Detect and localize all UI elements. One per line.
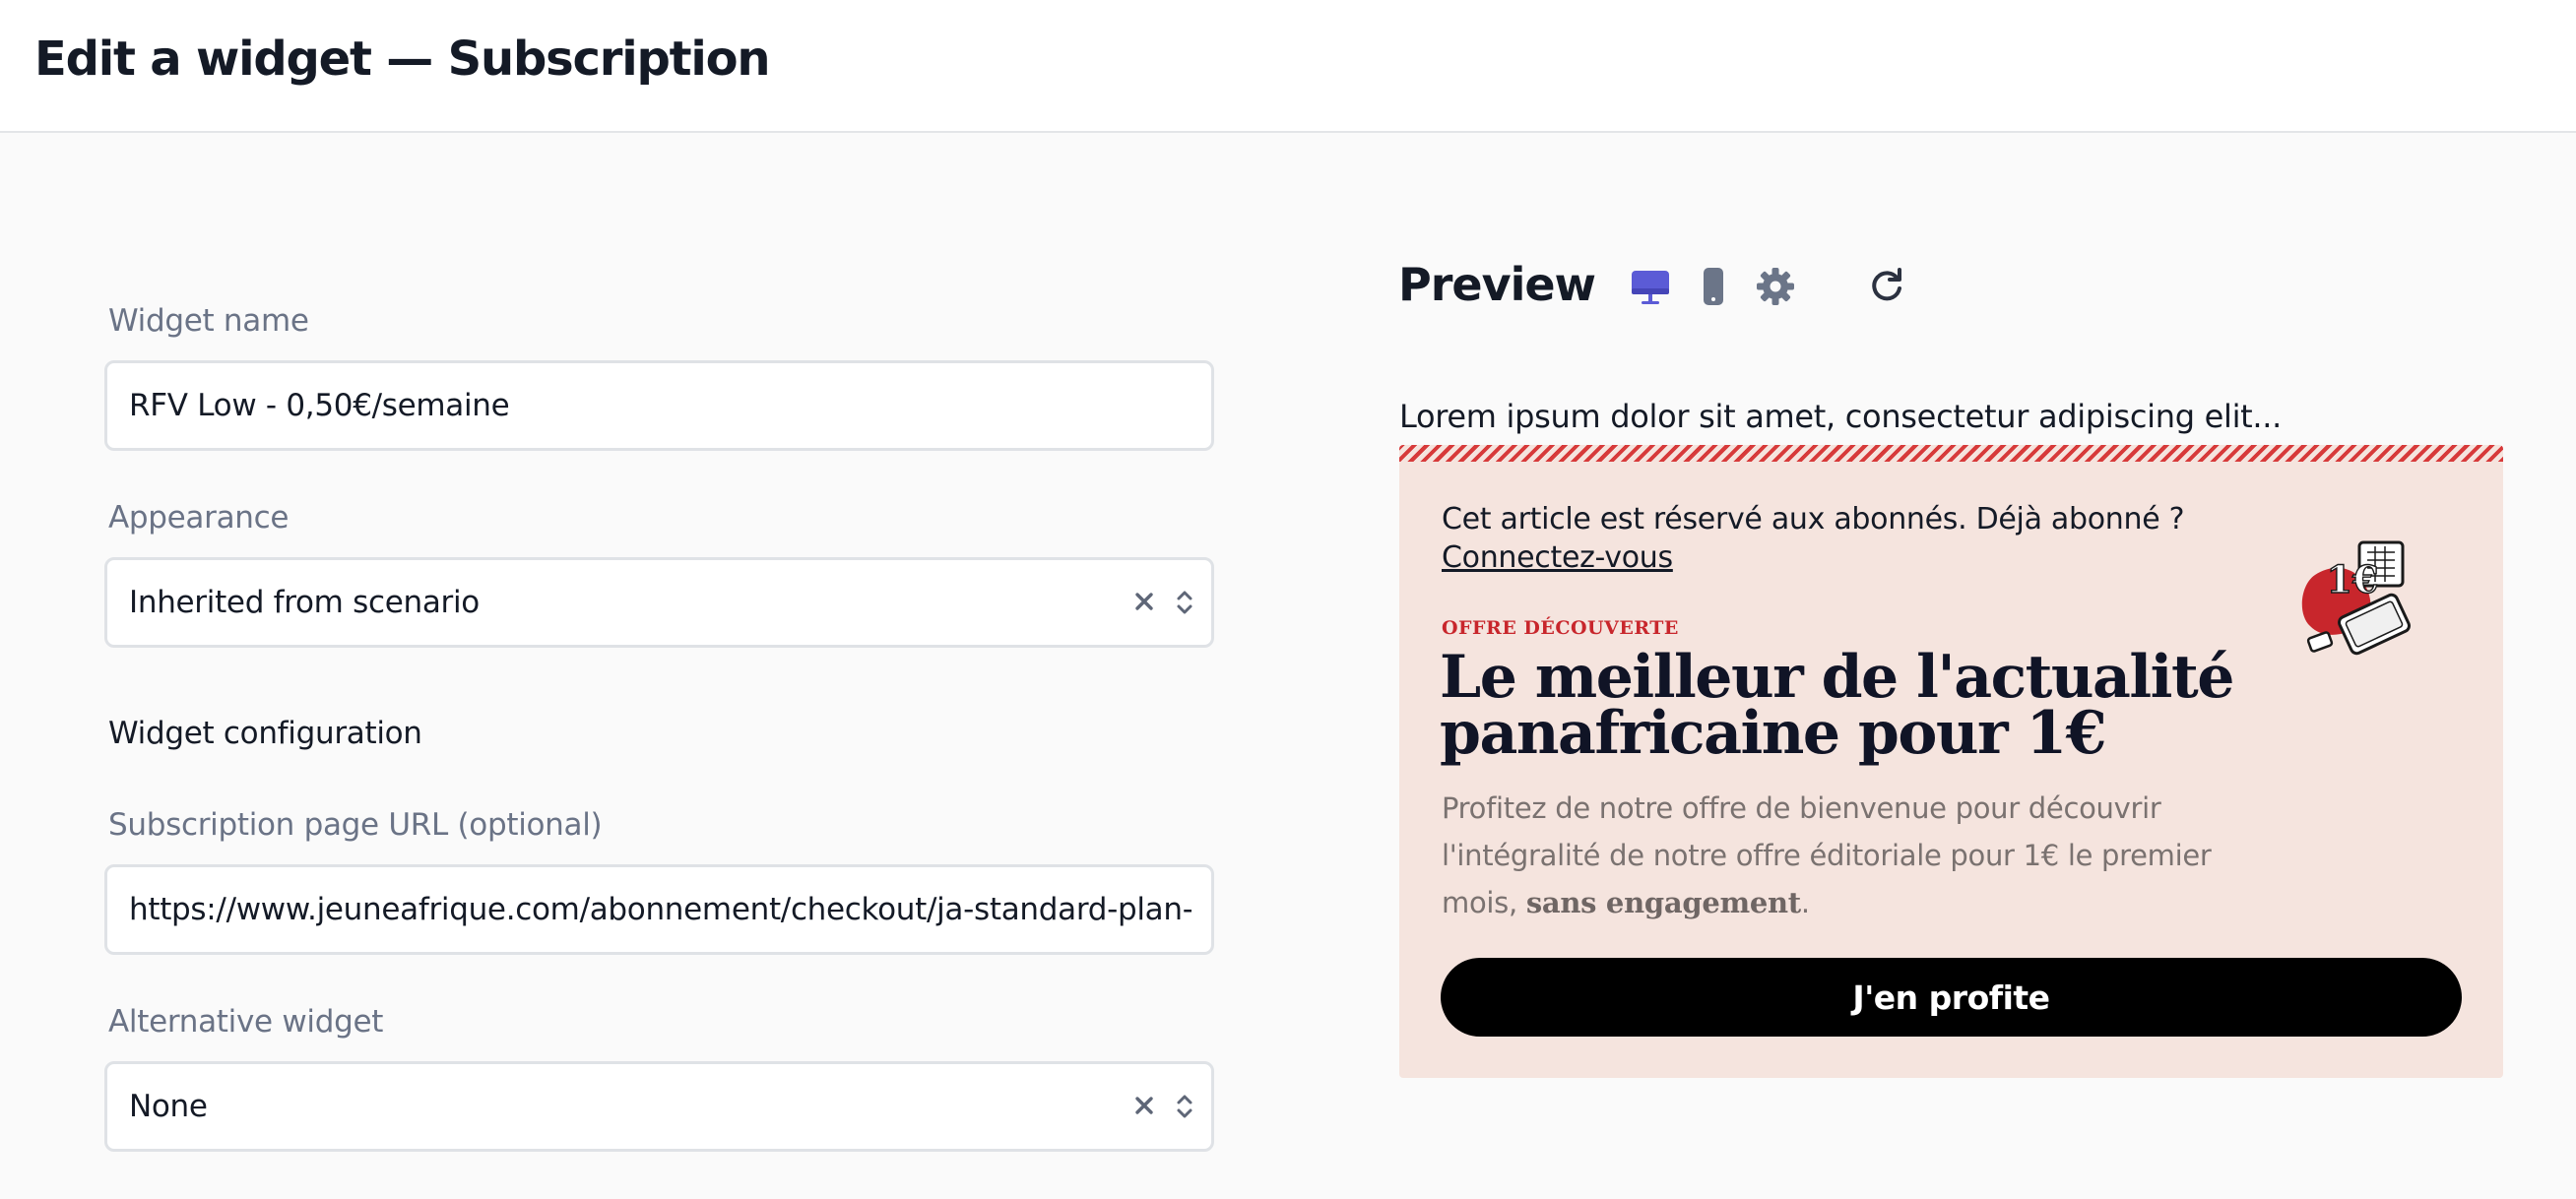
clear-icon[interactable]	[1128, 1090, 1160, 1121]
paywall-widget: Cet article est réservé aux abonnés. Déj…	[1399, 445, 2503, 1078]
refresh-icon[interactable]	[1862, 262, 1911, 311]
alternative-widget-value: None	[129, 1089, 208, 1124]
alternative-widget-select[interactable]: None	[104, 1061, 1214, 1152]
chevron-updown-icon[interactable]	[1172, 584, 1197, 621]
paywall-top-stripes	[1399, 445, 2503, 462]
paywall-intro-text: Cet article est réservé aux abonnés. Déj…	[1442, 502, 2185, 536]
top-bar: Edit a widget — Subscription	[0, 0, 2576, 133]
appearance-select[interactable]: Inherited from scenario	[104, 557, 1214, 648]
alternative-widget-label: Alternative widget	[108, 1004, 384, 1040]
subscription-url-value[interactable]: https://www.jeuneafrique.com/abonnement/…	[129, 867, 1191, 952]
article-preview-text: Lorem ipsum dolor sit amet, consectetur …	[1399, 398, 2283, 435]
offer-description-emphasis: sans engagement	[1525, 886, 1801, 919]
subscribe-button[interactable]: J'en profite	[1441, 958, 2462, 1037]
chevron-updown-icon[interactable]	[1172, 1088, 1197, 1125]
login-link[interactable]: Connectez-vous	[1442, 538, 2184, 577]
widget-name-field[interactable]: RFV Low - 0,50€/semaine	[104, 360, 1214, 451]
subscription-url-label: Subscription page URL (optional)	[108, 807, 603, 843]
offer-illustration: 1€	[2295, 536, 2453, 663]
appearance-value: Inherited from scenario	[129, 585, 480, 620]
widget-name-value[interactable]: RFV Low - 0,50€/semaine	[129, 363, 1191, 448]
widget-name-label: Widget name	[108, 303, 309, 339]
subscription-url-field[interactable]: https://www.jeuneafrique.com/abonnement/…	[104, 864, 1214, 955]
offer-description-end: .	[1800, 886, 1810, 919]
mobile-icon[interactable]	[1689, 262, 1738, 311]
page-title: Edit a widget — Subscription	[34, 32, 771, 87]
clear-icon[interactable]	[1128, 586, 1160, 617]
settings-icon[interactable]	[1751, 262, 1800, 311]
appearance-label: Appearance	[108, 500, 290, 536]
preview-title: Preview	[1398, 258, 1596, 311]
desktop-icon[interactable]	[1626, 262, 1675, 311]
illustration-price: 1€	[2327, 557, 2379, 601]
offer-headline: Le meilleur de l'actualité panafricaine …	[1440, 643, 2234, 768]
paywall-intro: Cet article est réservé aux abonnés. Déj…	[1442, 500, 2185, 577]
offer-kicker: OFFRE DÉCOUVERTE	[1442, 617, 1679, 639]
offer-description: Profitez de notre offre de bienvenue pou…	[1442, 785, 2249, 926]
widget-configuration-heading: Widget configuration	[108, 716, 422, 751]
